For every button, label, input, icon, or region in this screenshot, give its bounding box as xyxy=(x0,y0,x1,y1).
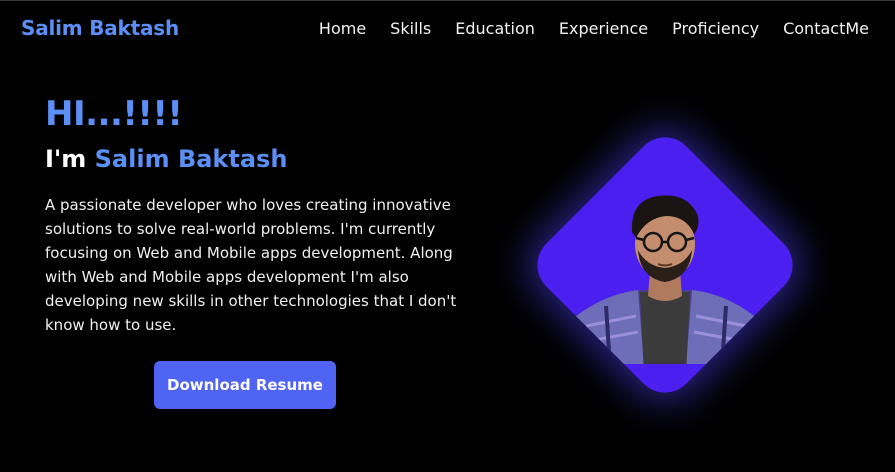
download-resume-button[interactable]: Download Resume xyxy=(154,361,336,409)
navbar: Salim Baktash Home Skills Education Expe… xyxy=(0,1,895,56)
profile-photo-frame xyxy=(524,124,806,406)
nav-link-education[interactable]: Education xyxy=(455,19,535,38)
nav-link-skills[interactable]: Skills xyxy=(390,19,431,38)
hero-intro: I'm Salim Baktash xyxy=(45,145,287,173)
nav-link-proficiency[interactable]: Proficiency xyxy=(672,19,759,38)
hero-greeting: HI...!!!! xyxy=(45,94,183,134)
nav-link-home[interactable]: Home xyxy=(319,19,366,38)
profile-photo xyxy=(566,166,764,364)
hero-intro-prefix: I'm xyxy=(45,145,95,173)
nav-link-contact[interactable]: ContactMe xyxy=(783,19,869,38)
brand-logo[interactable]: Salim Baktash xyxy=(21,16,179,40)
hero-name: Salim Baktash xyxy=(94,145,288,173)
nav-link-experience[interactable]: Experience xyxy=(559,19,648,38)
nav-menu: Home Skills Education Experience Profici… xyxy=(319,19,869,38)
portrait-illustration xyxy=(566,195,764,364)
hero-description: A passionate developer who loves creatin… xyxy=(45,196,457,334)
